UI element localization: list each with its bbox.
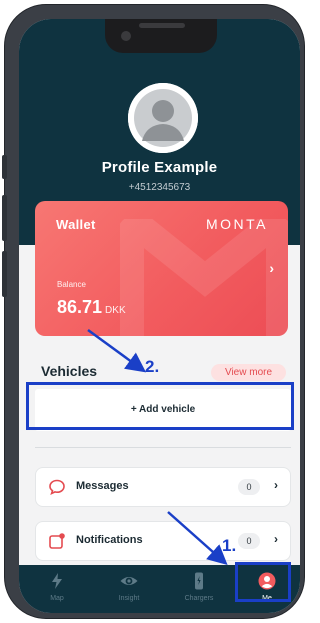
chat-bubble-icon (49, 479, 65, 496)
balance-amount: 86.71 DKK (57, 297, 126, 318)
camera-icon (121, 31, 131, 41)
balance-label: Balance (57, 280, 86, 289)
app-screen: Profile Example +4512345673 Wallet MONTA… (19, 19, 300, 613)
profile-name: Profile Example (101, 159, 218, 176)
chevron-right-icon: › (274, 532, 278, 546)
menu-item-messages[interactable]: Messages 0 › (35, 467, 291, 507)
chevron-right-icon[interactable]: › (269, 260, 274, 276)
unread-count-badge: 0 (238, 533, 260, 549)
tab-map[interactable]: Map (29, 565, 85, 613)
section-divider (35, 447, 291, 448)
phone-notch (105, 19, 217, 53)
user-silhouette-icon (128, 83, 198, 153)
tab-label: Me (262, 595, 272, 602)
avatar[interactable] (128, 83, 198, 153)
menu-item-notifications[interactable]: Notifications 0 › (35, 521, 291, 561)
balance-value: 86.71 (57, 297, 103, 317)
add-vehicle-button[interactable]: + Add vehicle (35, 389, 291, 431)
notification-icon (49, 533, 65, 549)
speaker-icon (139, 23, 185, 28)
tab-me[interactable]: Me (239, 565, 295, 613)
tab-chargers[interactable]: Chargers (171, 565, 227, 613)
wallet-title: Wallet (56, 217, 96, 232)
side-button (2, 195, 7, 241)
wallet-brand-logo: MONTA (205, 216, 268, 232)
tab-label: Chargers (184, 595, 214, 602)
tab-label: Map (50, 595, 64, 602)
eye-icon (120, 577, 138, 585)
bottom-tab-bar: Map Insight Chargers Me (19, 565, 300, 613)
user-icon (258, 572, 276, 590)
menu-item-label: Messages (76, 480, 129, 492)
profile-phone: +4512345673 (128, 182, 191, 193)
side-button (2, 155, 7, 179)
vehicles-title: Vehicles (41, 363, 98, 379)
chevron-right-icon: › (274, 478, 278, 492)
unread-count-badge: 0 (238, 479, 260, 495)
charger-icon (195, 572, 203, 590)
balance-currency: DKK (105, 305, 126, 316)
monta-watermark-icon (120, 219, 288, 336)
view-more-button[interactable]: View more (211, 364, 286, 381)
side-button (2, 251, 7, 297)
wallet-card[interactable]: Wallet MONTA › Balance 86.71 DKK (35, 201, 288, 336)
menu-item-label: Notifications (76, 534, 143, 546)
tab-label: Insight (118, 595, 140, 602)
tab-insight[interactable]: Insight (101, 565, 157, 613)
phone-frame: Profile Example +4512345673 Wallet MONTA… (2, 4, 305, 619)
lightning-icon (52, 573, 62, 589)
